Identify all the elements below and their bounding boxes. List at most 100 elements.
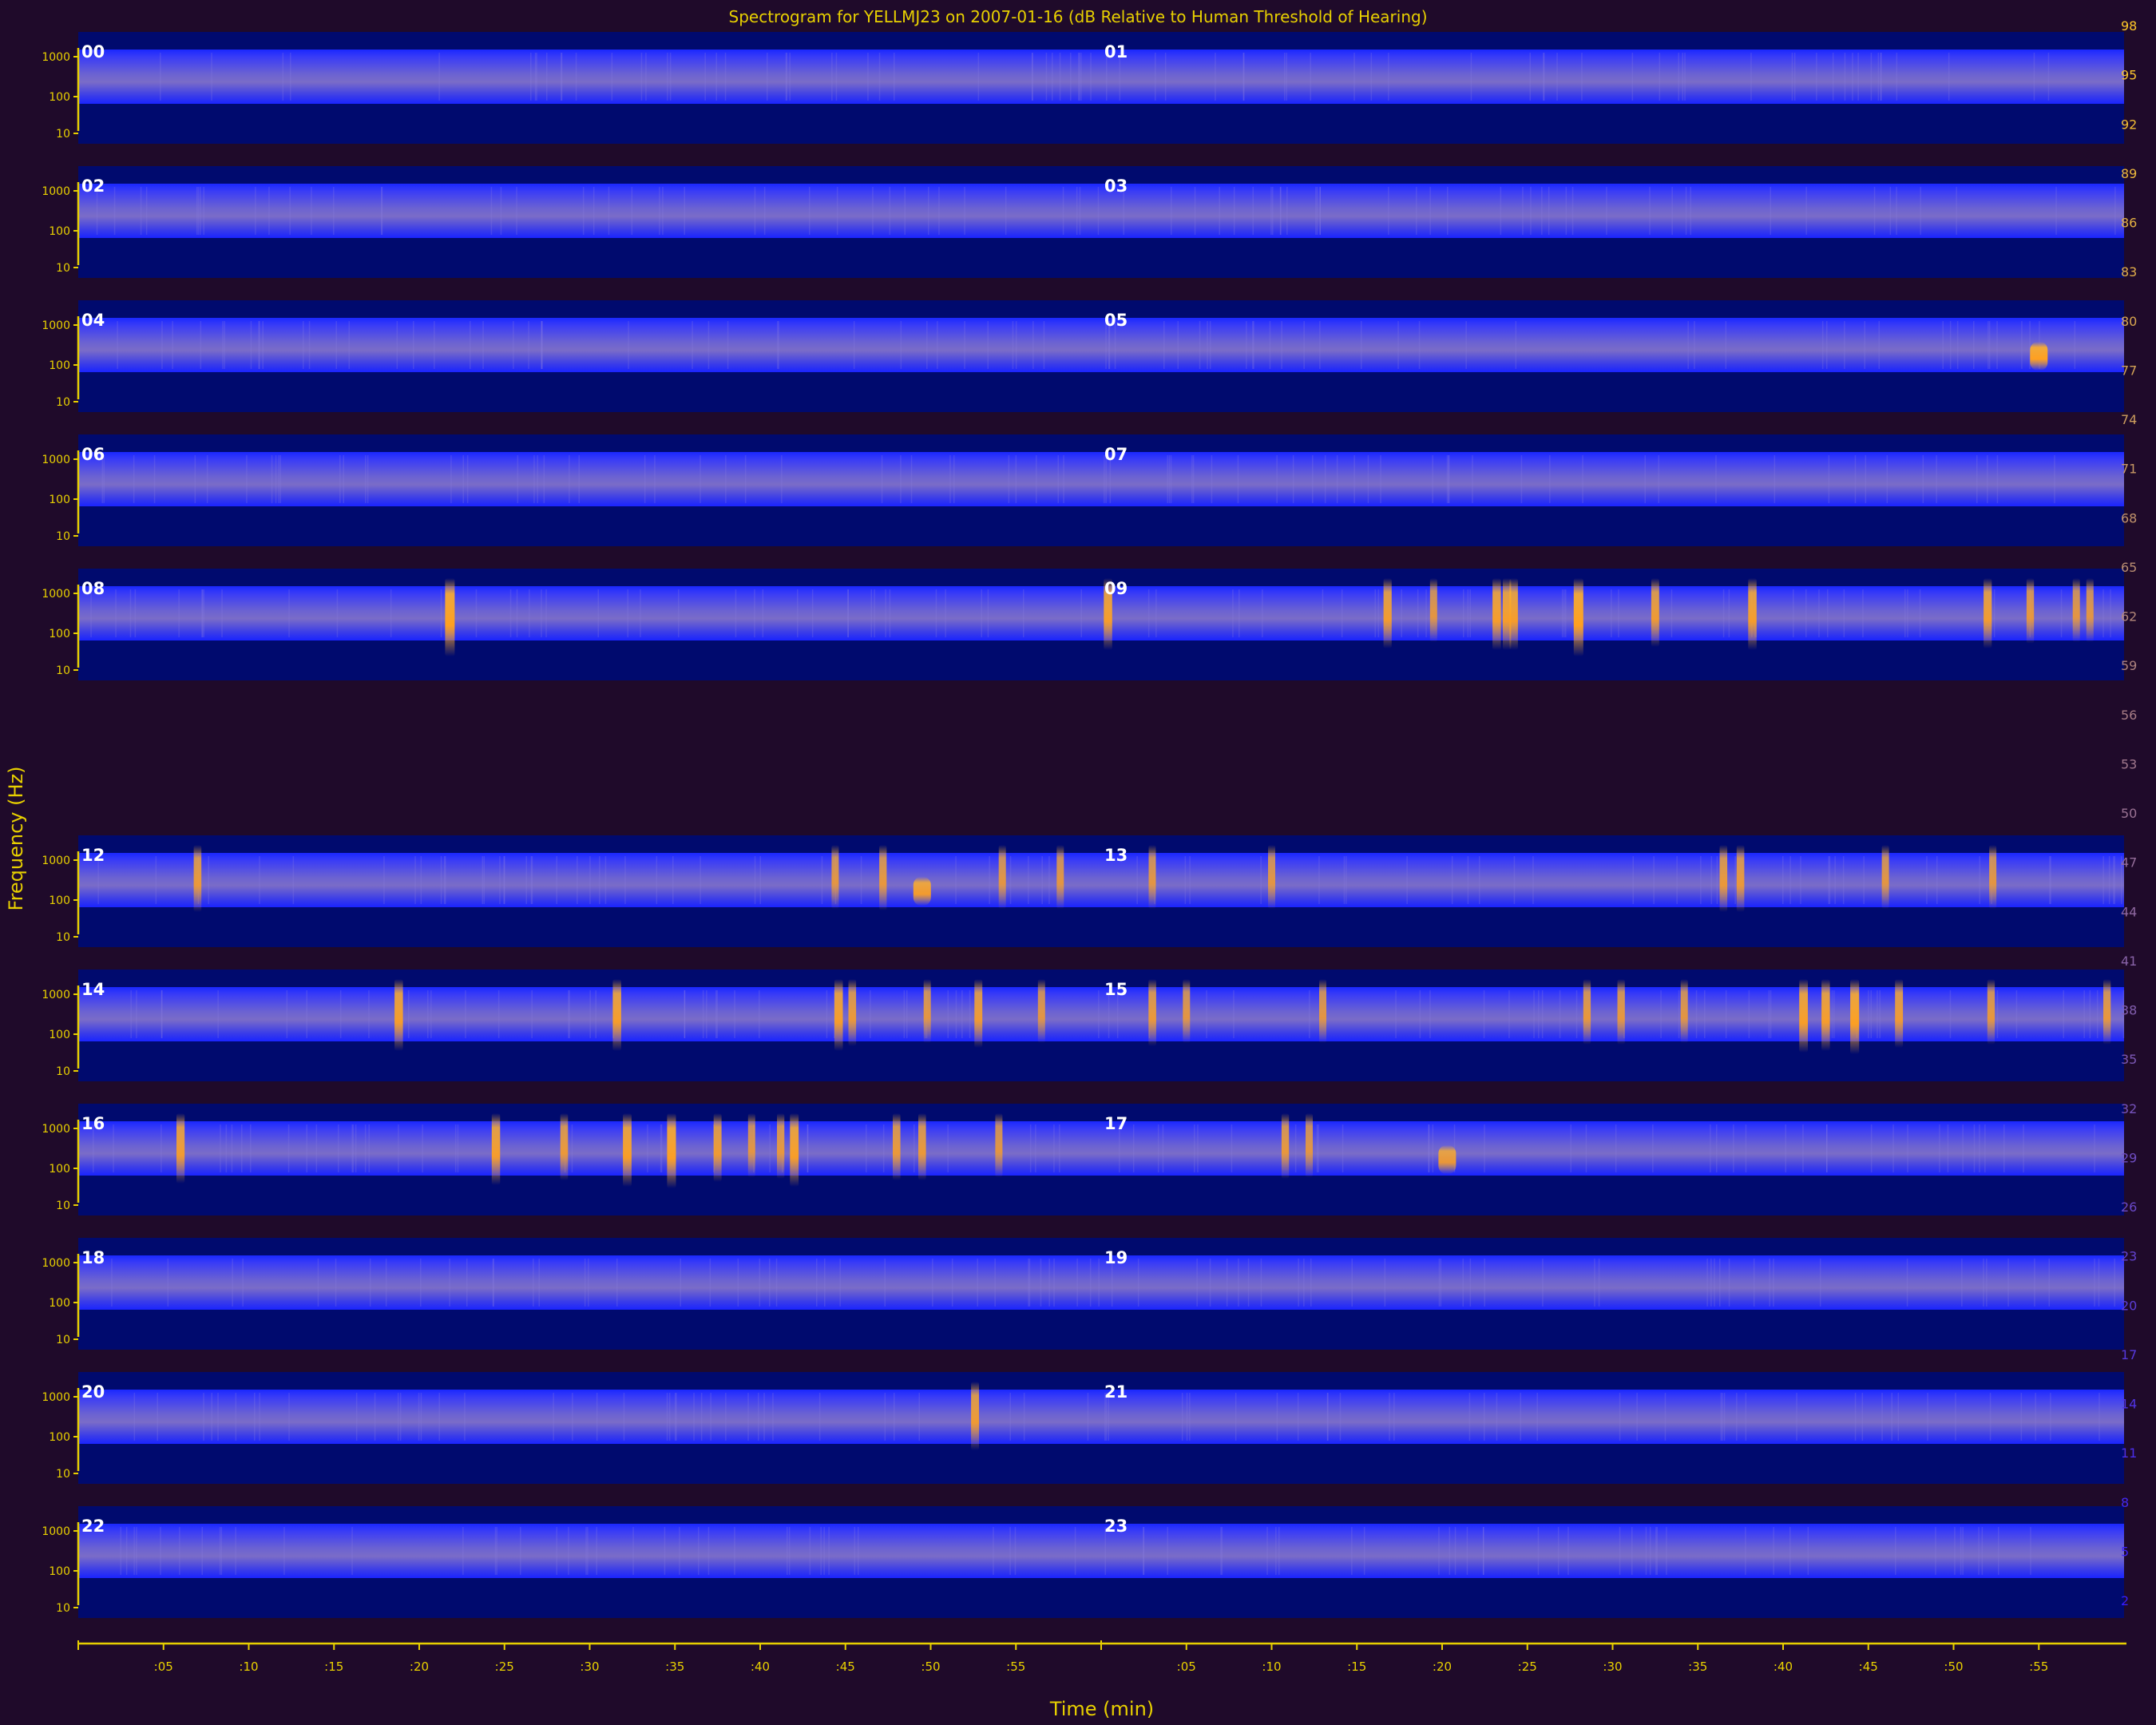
band-texture [1467,589,1469,637]
band-texture [365,455,367,503]
band-texture [398,1124,399,1172]
band-texture [1880,53,1882,101]
sound-event [848,979,857,1046]
band-texture [1719,1259,1721,1307]
band-texture [987,321,989,369]
band-texture [2098,1259,2100,1307]
band-texture [399,1393,402,1441]
band-texture [769,1259,771,1307]
band-texture [537,455,538,503]
sound-event [971,1382,979,1450]
noise-band [1101,318,2124,372]
band-texture [352,1124,355,1172]
band-texture [1206,990,1207,1038]
band-texture [1728,1259,1730,1307]
band-texture [1979,856,1980,904]
band-texture [1089,1259,1092,1307]
band-texture [632,1527,634,1575]
band-texture [981,589,982,637]
band-texture [588,1259,589,1307]
band-texture [111,1259,113,1307]
band-texture [1186,1393,1188,1441]
band-texture [306,1124,307,1172]
band-texture [1389,1393,1390,1441]
hour-label: 06 [81,445,105,464]
band-texture [133,1393,136,1441]
band-texture [993,1527,994,1575]
band-texture [1023,589,1024,637]
band-texture [1446,455,1449,503]
band-texture [1466,1527,1468,1575]
freq-tick-label: 100 [49,494,70,506]
band-texture [2055,187,2057,235]
band-texture [836,187,838,235]
time-tick-label: :35 [1688,1660,1707,1674]
band-texture [1649,187,1651,235]
sound-event [879,845,887,910]
band-texture [466,1259,468,1307]
band-texture [1438,1527,1440,1575]
band-texture [1619,1393,1621,1441]
band-texture [1907,1124,1908,1172]
band-texture [1877,53,1880,101]
band-texture [1137,1259,1139,1307]
band-texture [1327,1393,1329,1441]
hour-panel-07: 07 [1101,434,2124,546]
sound-event [2072,578,2080,642]
band-texture [464,1393,466,1441]
freq-tick-label: 100 [49,1029,70,1041]
sound-event [974,979,983,1048]
band-texture [1725,321,1727,369]
sound-event [1306,1113,1313,1177]
hour-panel-16: 16 1000 100 10 [42,1104,1101,1215]
freq-tick-label: 10 [56,1468,70,1481]
band-texture [1723,1393,1726,1441]
band-texture [1284,53,1286,101]
band-texture [381,187,382,235]
band-texture [1009,1527,1011,1575]
band-texture [1862,589,1864,637]
band-texture [964,187,965,235]
band-texture [246,455,248,503]
band-texture [1209,321,1211,369]
band-texture [734,1527,735,1575]
band-texture [1167,1527,1168,1575]
y-axis-label: Frequency (Hz) [5,767,27,911]
sound-event [1268,845,1275,909]
band-texture [2020,1393,2023,1441]
band-texture [543,455,545,503]
band-texture [500,187,502,235]
band-texture [1844,321,1845,369]
band-texture [1470,53,1472,101]
band-texture [860,856,862,904]
band-texture [706,990,707,1038]
band-texture [1685,187,1687,235]
band-texture [1318,856,1320,904]
band-texture [1570,1124,1571,1172]
band-texture [311,187,312,235]
band-texture [654,455,656,503]
band-texture [789,53,791,101]
band-texture [438,53,440,101]
band-texture [955,856,957,904]
band-texture [1676,856,1678,904]
band-texture [878,53,881,101]
sound-event [1895,979,1904,1048]
band-texture [763,187,766,235]
band-texture [797,589,799,637]
colorbar-tick-label: 71 [2121,462,2137,477]
band-texture [1432,1124,1434,1172]
band-texture [951,1259,953,1307]
band-texture [482,321,484,369]
hour-panel-19: 19 [1101,1238,2124,1350]
band-texture [457,1124,459,1172]
band-texture [1706,1259,1708,1307]
freq-tick-label: 1000 [42,1525,70,1538]
band-texture [1155,53,1156,101]
hour-panel-04: 04 1000 100 10 [42,300,1101,412]
time-tick-label: :10 [1262,1660,1281,1674]
band-texture [203,187,204,235]
band-texture [420,1393,422,1441]
band-texture [1040,1259,1042,1307]
hour-label: 07 [1104,445,1128,464]
